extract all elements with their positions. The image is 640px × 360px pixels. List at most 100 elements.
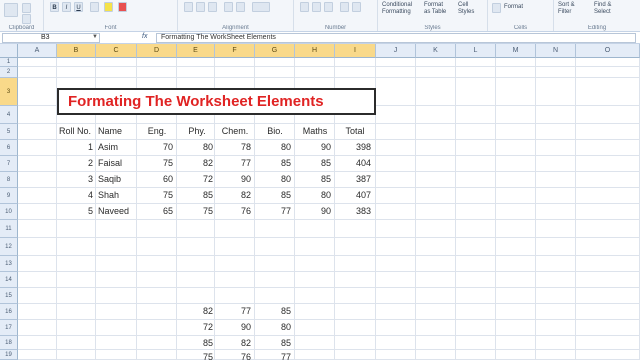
row-header-12[interactable]: 12 — [0, 238, 18, 256]
row-header-9[interactable]: 9 — [0, 188, 18, 204]
table-cell[interactable]: 85 — [177, 187, 213, 203]
cut-icon[interactable] — [22, 3, 31, 13]
decrease-indent-icon[interactable] — [224, 2, 233, 12]
table-cell[interactable]: 82 — [177, 155, 213, 171]
column-header-c[interactable]: C — [96, 44, 137, 58]
table-cell[interactable]: Faisal — [98, 155, 136, 171]
row-header-17[interactable]: 17 — [0, 320, 18, 336]
paste-icon[interactable] — [4, 3, 18, 17]
name-box-dropdown-icon[interactable]: ▼ — [92, 34, 98, 40]
row-header-6[interactable]: 6 — [0, 140, 18, 156]
table-cell[interactable]: 90 — [295, 139, 331, 155]
table-cell[interactable]: 77 — [255, 203, 291, 219]
decrease-decimal-icon[interactable] — [352, 2, 361, 12]
column-header-k[interactable]: K — [416, 44, 456, 58]
extra-cell[interactable]: 82 — [177, 303, 213, 319]
table-cell[interactable]: 80 — [295, 187, 331, 203]
format-as-table-button[interactable]: Format — [424, 2, 443, 8]
row-header-15[interactable]: 15 — [0, 288, 18, 304]
table-cell[interactable]: 85 — [295, 171, 331, 187]
column-header-h[interactable]: H — [295, 44, 335, 58]
table-cell[interactable]: 77 — [215, 155, 251, 171]
column-header-f[interactable]: F — [215, 44, 255, 58]
row-header-1[interactable]: 1 — [0, 58, 18, 67]
table-cell[interactable]: 82 — [215, 187, 251, 203]
table-cell[interactable]: 398 — [335, 139, 371, 155]
table-cell[interactable]: 60 — [137, 171, 173, 187]
insert-function-icon[interactable]: fx — [142, 33, 147, 40]
column-header-j[interactable]: J — [376, 44, 416, 58]
column-header-d[interactable]: D — [137, 44, 177, 58]
table-cell[interactable]: 4 — [57, 187, 93, 203]
table-cell[interactable]: 80 — [177, 139, 213, 155]
row-header-11[interactable]: 11 — [0, 220, 18, 238]
comma-style-icon[interactable] — [324, 2, 333, 12]
row-header-2[interactable]: 2 — [0, 67, 18, 78]
table-cell[interactable]: 2 — [57, 155, 93, 171]
column-header-i[interactable]: I — [335, 44, 376, 58]
table-cell[interactable]: 407 — [335, 187, 371, 203]
column-header-b[interactable]: B — [57, 44, 96, 58]
increase-decimal-icon[interactable] — [340, 2, 349, 12]
merge-center-icon[interactable] — [252, 2, 270, 12]
row-header-10[interactable]: 10 — [0, 204, 18, 220]
row-header-8[interactable]: 8 — [0, 172, 18, 188]
table-cell[interactable]: 70 — [137, 139, 173, 155]
table-cell[interactable]: 5 — [57, 203, 93, 219]
table-header-cell[interactable]: Total — [337, 123, 373, 139]
extra-cell[interactable]: 80 — [255, 319, 291, 335]
table-cell[interactable]: 387 — [335, 171, 371, 187]
row-header-4[interactable]: 4 — [0, 106, 18, 124]
table-cell[interactable]: 75 — [177, 203, 213, 219]
align-right-icon[interactable] — [208, 2, 217, 12]
table-header-cell[interactable]: Eng. — [139, 123, 175, 139]
extra-cell[interactable]: 75 — [177, 349, 213, 360]
table-header-cell[interactable]: Chem. — [217, 123, 253, 139]
table-cell[interactable]: 80 — [255, 139, 291, 155]
row-header-7[interactable]: 7 — [0, 156, 18, 172]
table-header-cell[interactable]: Maths — [297, 123, 333, 139]
extra-cell[interactable]: 72 — [177, 319, 213, 335]
row-header-18[interactable]: 18 — [0, 336, 18, 350]
currency-icon[interactable] — [300, 2, 309, 12]
fill-color-icon[interactable] — [104, 2, 113, 12]
table-cell[interactable]: 90 — [295, 203, 331, 219]
name-box[interactable]: B3 — [2, 33, 100, 43]
align-center-icon[interactable] — [196, 2, 205, 12]
table-cell[interactable]: Shah — [98, 187, 136, 203]
sort-filter-button[interactable]: Sort & — [558, 2, 575, 8]
column-header-l[interactable]: L — [456, 44, 496, 58]
format-painter-icon[interactable] — [22, 14, 31, 24]
italic-icon[interactable]: I — [62, 2, 71, 12]
row-header-19[interactable]: 19 — [0, 350, 18, 360]
table-cell[interactable]: 65 — [137, 203, 173, 219]
table-cell[interactable]: 72 — [177, 171, 213, 187]
column-header-e[interactable]: E — [177, 44, 215, 58]
table-header-cell[interactable]: Roll No. — [59, 123, 93, 139]
table-cell[interactable]: Asim — [98, 139, 136, 155]
table-header-cell[interactable]: Phy. — [179, 123, 215, 139]
format-cells-icon[interactable] — [492, 3, 501, 13]
table-cell[interactable]: Saqib — [98, 171, 136, 187]
select-all-corner[interactable] — [0, 44, 18, 58]
formula-input[interactable]: Formatting The WorkSheet Elements — [156, 33, 636, 43]
extra-cell[interactable]: 85 — [255, 303, 291, 319]
row-header-13[interactable]: 13 — [0, 256, 18, 272]
column-header-m[interactable]: M — [496, 44, 536, 58]
row-header-16[interactable]: 16 — [0, 304, 18, 320]
bold-icon[interactable]: B — [50, 2, 59, 12]
title-cell-box[interactable]: Formating The Worksheet Elements — [57, 88, 376, 115]
conditional-formatting-button[interactable]: Conditional — [382, 2, 412, 8]
table-cell[interactable]: 404 — [335, 155, 371, 171]
find-select-button[interactable]: Find & — [594, 2, 611, 8]
cell-styles-button[interactable]: Cell — [458, 2, 468, 8]
extra-cell[interactable]: 77 — [255, 349, 291, 360]
row-header-14[interactable]: 14 — [0, 272, 18, 288]
table-header-cell[interactable]: Bio. — [257, 123, 293, 139]
underline-icon[interactable]: U — [74, 2, 83, 12]
table-cell[interactable]: 85 — [255, 187, 291, 203]
table-cell[interactable]: 76 — [215, 203, 251, 219]
table-cell[interactable]: 1 — [57, 139, 93, 155]
row-header-5[interactable]: 5 — [0, 124, 18, 140]
font-color-icon[interactable] — [118, 2, 127, 12]
